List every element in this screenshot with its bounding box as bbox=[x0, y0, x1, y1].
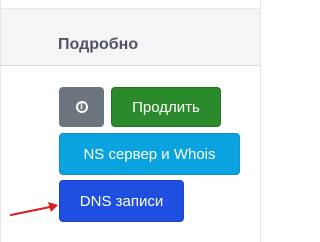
column-header-details: Подробно bbox=[58, 36, 139, 53]
info-button[interactable]: i bbox=[59, 87, 104, 127]
annotation-arrow-icon bbox=[10, 202, 58, 216]
ns-whois-button-label: NS сервер и Whois bbox=[83, 145, 216, 163]
info-circle-icon: i bbox=[75, 101, 88, 113]
renew-button[interactable]: Продлить bbox=[111, 87, 221, 127]
renew-button-label: Продлить bbox=[132, 98, 200, 116]
info-glyph: i bbox=[80, 102, 83, 111]
ns-whois-button[interactable]: NS сервер и Whois bbox=[59, 133, 240, 175]
dns-records-button-label: DNS записи bbox=[79, 192, 164, 210]
dns-records-button[interactable]: DNS записи bbox=[59, 180, 184, 222]
table-header: Подробно bbox=[1, 8, 260, 66]
